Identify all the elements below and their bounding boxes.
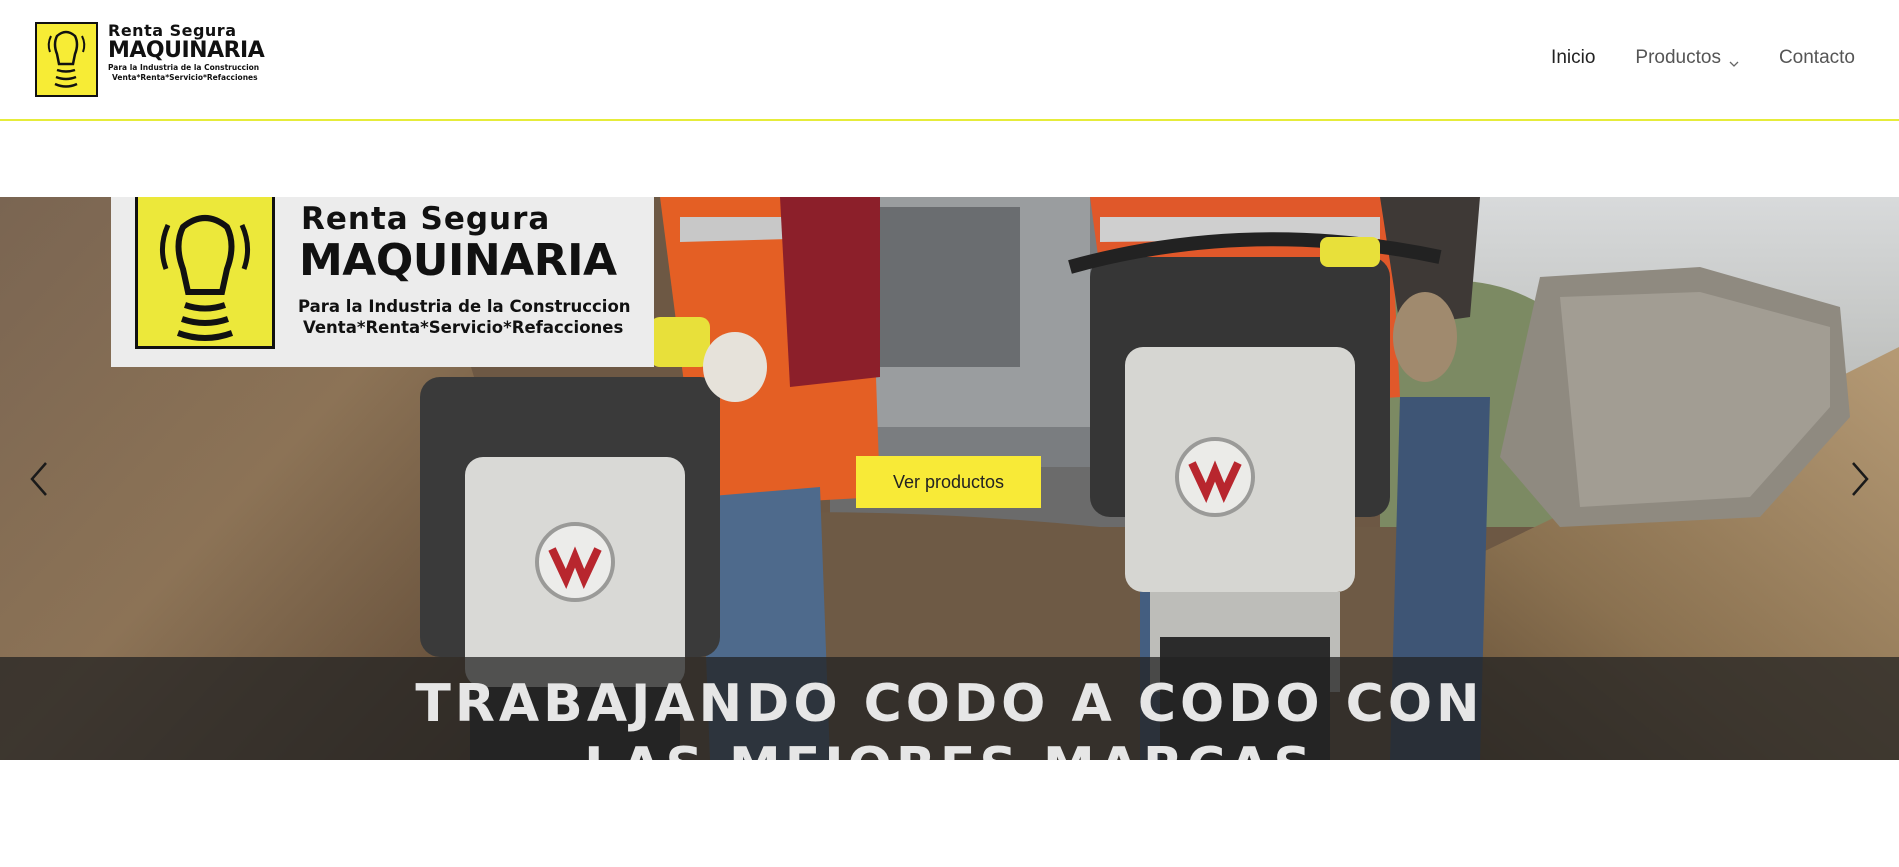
slide-caption-line2: LAS MEJORES MARCAS [0,737,1899,760]
hero-logo-subtitle: MAQUINARIA [299,235,617,286]
chevron-right-icon[interactable] [1845,459,1875,499]
hero-slider: Renta Segura MAQUINARIA Para la Industri… [0,197,1899,760]
main-nav: Inicio Productos Contacto [1511,47,1855,69]
hero-logo-banner: Renta Segura MAQUINARIA Para la Industri… [111,197,654,367]
logo-tagline: Para la Industria de la Construccion [108,63,260,72]
slide-caption-line1: TRABAJANDO CODO A CODO CON [415,674,1484,734]
chevron-left-icon[interactable] [24,459,54,499]
hero-logo-mark-icon [135,197,275,349]
nav-item-inicio[interactable]: Inicio [1551,47,1595,69]
site-header: Renta Segura MAQUINARIA Para la Industri… [0,0,1899,121]
nav-item-label: Contacto [1778,47,1855,68]
nav-item-label: Productos [1635,47,1721,68]
slide-caption-bar: TRABAJANDO CODO A CODO CON LAS MEJORES M… [0,657,1899,760]
logo-text: Renta Segura MAQUINARIA Para la Industri… [108,22,268,83]
ver-productos-button[interactable]: Ver productos [856,456,1041,508]
site-logo[interactable]: Renta Segura MAQUINARIA Para la Industri… [35,22,268,97]
logo-mark-icon [35,22,98,97]
logo-subtitle: MAQUINARIA [108,38,265,63]
logo-services: Venta*Renta*Servicio*Refacciones [112,73,258,82]
nav-item-productos[interactable]: Productos [1635,47,1739,69]
nav-item-contacto[interactable]: Contacto [1779,47,1855,69]
hero-logo-services: Venta*Renta*Servicio*Refacciones [303,318,624,337]
chevron-down-icon [1729,53,1739,67]
nav-item-label: Inicio [1551,47,1596,68]
hero-logo-title: Renta Segura [301,201,551,237]
logo-title: Renta Segura [108,21,237,40]
hero-logo-tagline: Para la Industria de la Construccion [298,297,631,316]
